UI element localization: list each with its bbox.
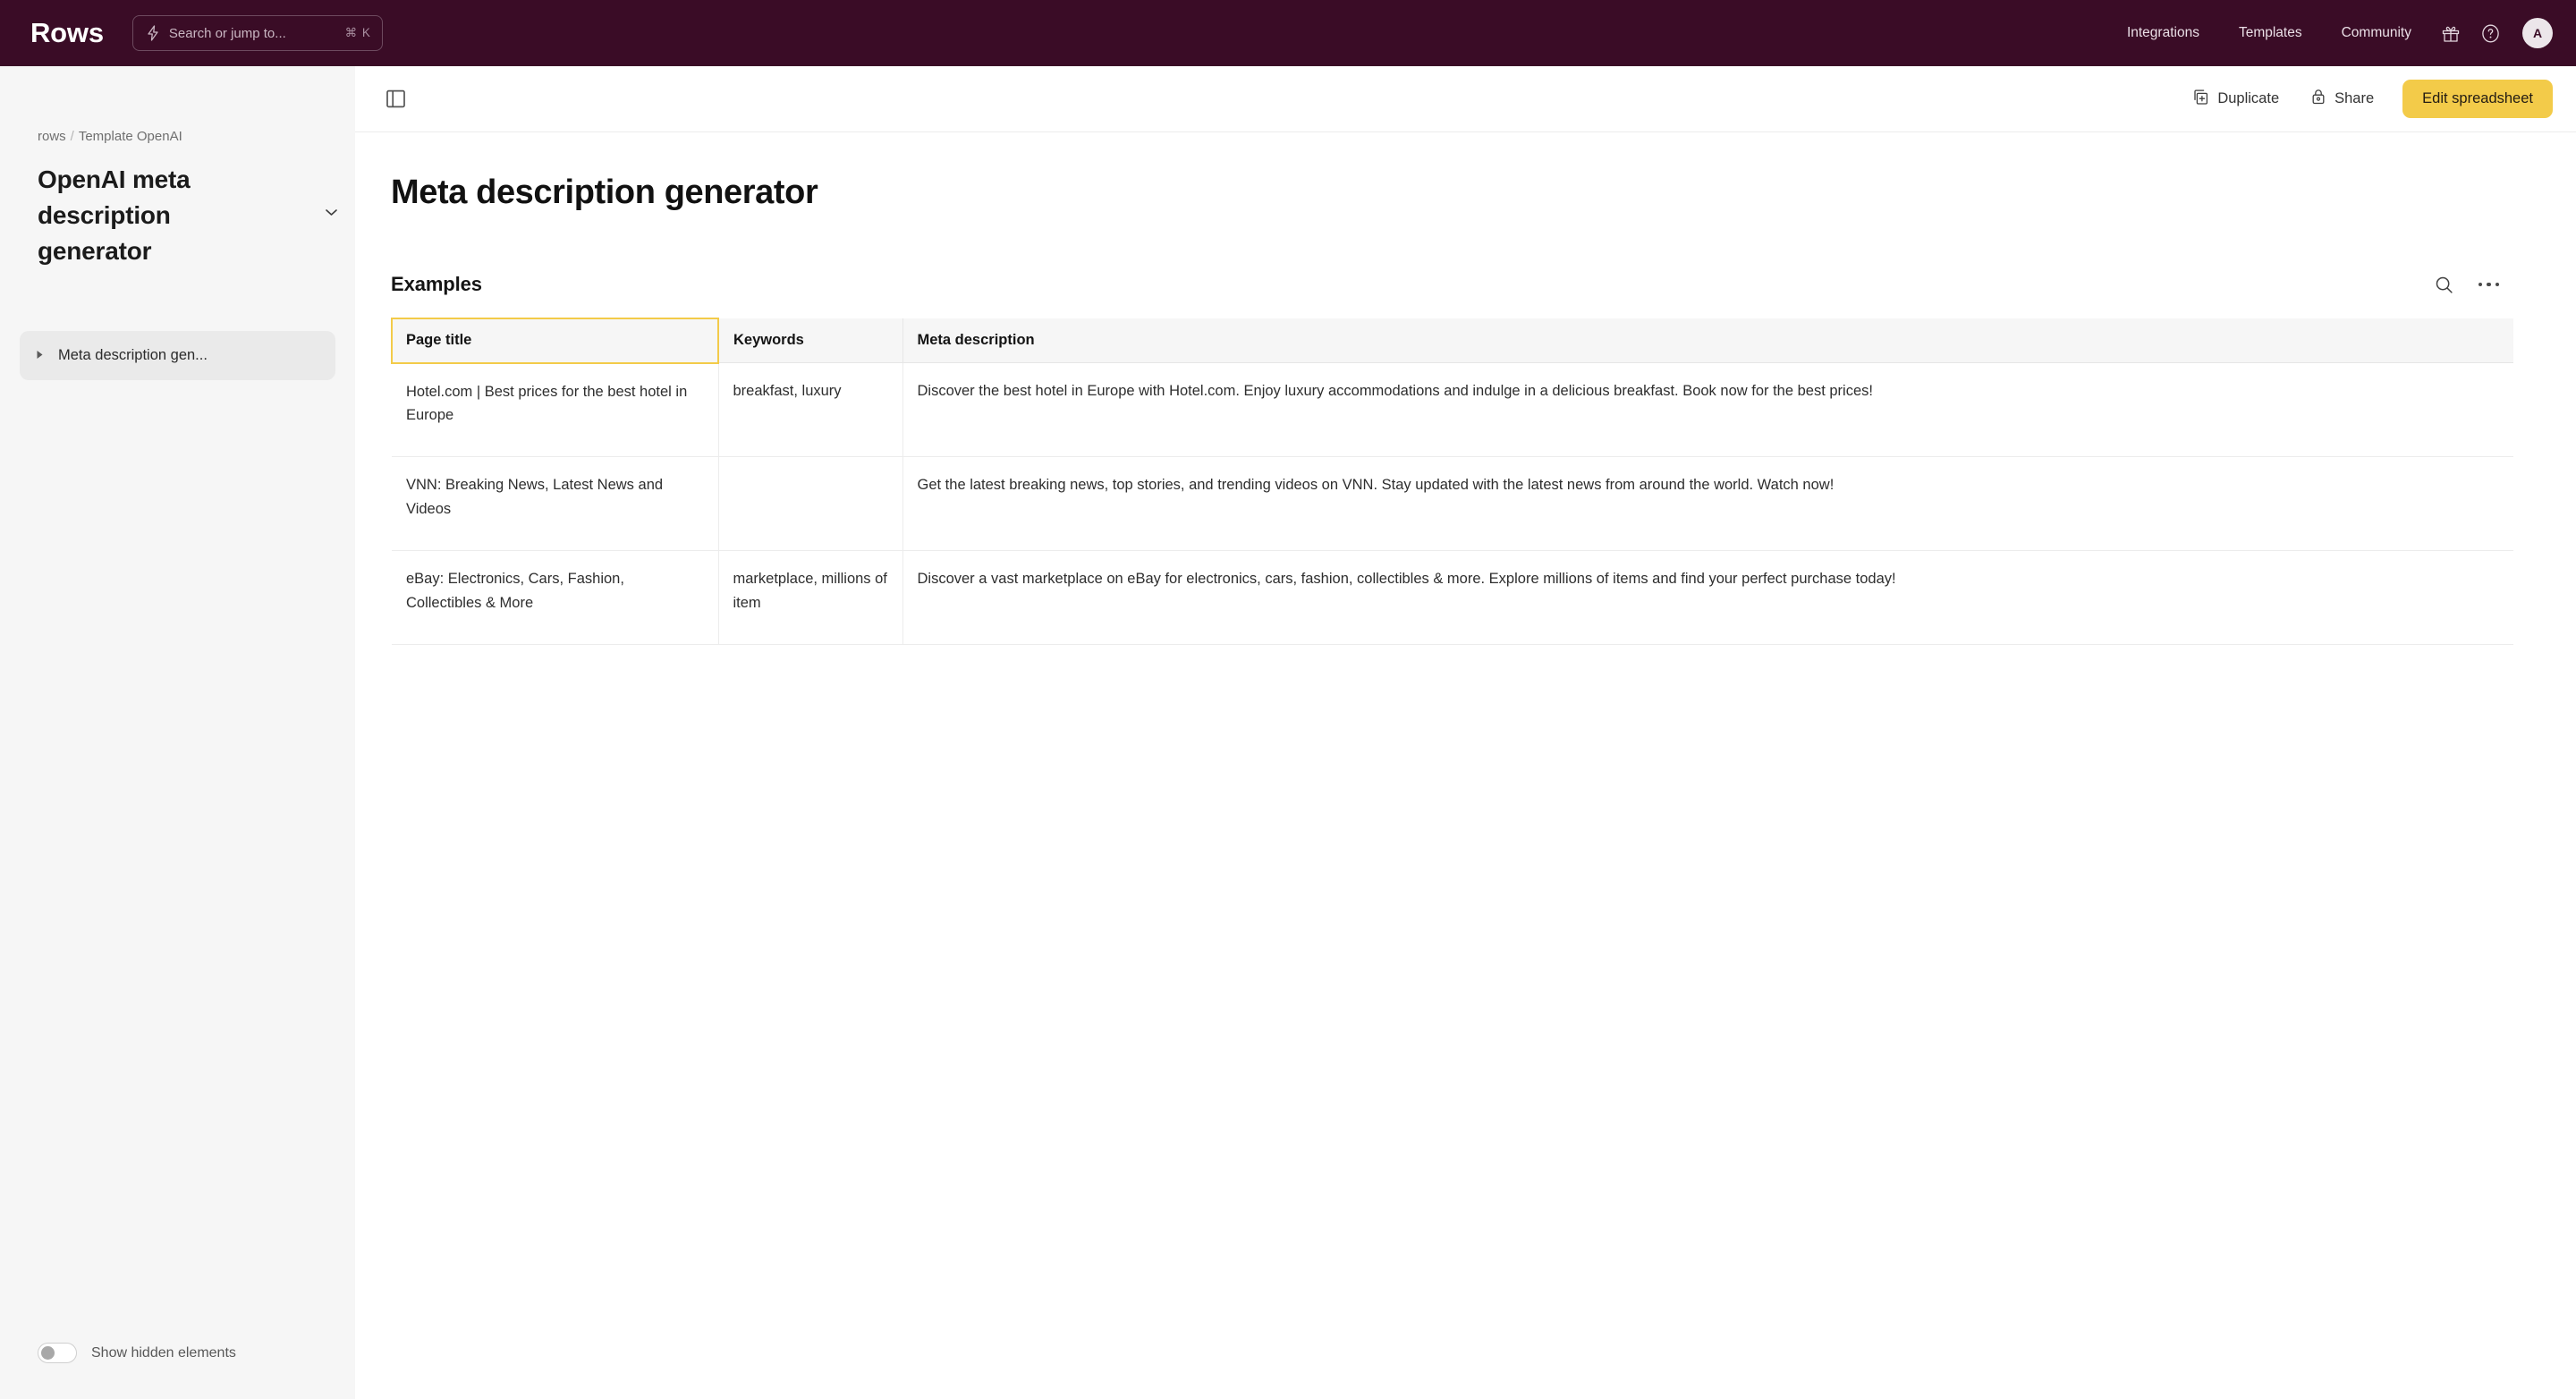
column-header-page-title[interactable]: Page title [391, 318, 719, 364]
duplicate-button[interactable]: Duplicate [2177, 81, 2295, 117]
show-hidden-elements-toggle[interactable] [38, 1343, 77, 1363]
document-title: OpenAI meta description generator [38, 165, 191, 265]
gift-icon[interactable] [2431, 13, 2470, 53]
section-title: Examples [391, 273, 482, 295]
table-header: Page title Keywords Meta description [391, 318, 2513, 364]
avatar[interactable]: A [2522, 18, 2553, 48]
dot [2478, 282, 2482, 287]
chevron-down-icon[interactable] [326, 205, 337, 221]
page-title: Meta description generator [391, 174, 818, 211]
cell-keywords[interactable] [718, 456, 903, 551]
breadcrumb-root[interactable]: rows [38, 129, 66, 144]
dot [2487, 282, 2491, 287]
main-content: Duplicate Share Edit spreadsheet Meta de… [355, 66, 2576, 1399]
nav-link-community[interactable]: Community [2322, 25, 2431, 41]
nav-link-templates[interactable]: Templates [2219, 25, 2322, 41]
sidebar-footer: Show hidden elements [0, 1343, 355, 1399]
table-body: Hotel.com | Best prices for the best hot… [392, 362, 2513, 645]
show-hidden-elements-label: Show hidden elements [91, 1344, 236, 1361]
table-row[interactable]: Hotel.com | Best prices for the best hot… [392, 362, 2513, 457]
table-header-row: Page title Keywords Meta description [391, 318, 2513, 364]
breadcrumb-separator: / [70, 129, 74, 144]
cell-meta-description[interactable]: Discover the best hotel in Europe with H… [902, 362, 2513, 457]
lock-icon [2311, 89, 2326, 109]
toggle-knob [41, 1346, 55, 1360]
cell-meta-description[interactable]: Discover a vast marketplace on eBay for … [902, 550, 2513, 645]
cell-page-title[interactable]: eBay: Electronics, Cars, Fashion, Collec… [392, 550, 719, 645]
duplicate-label: Duplicate [2217, 90, 2280, 106]
rows-logo[interactable]: Rows [30, 17, 104, 49]
help-circle-icon[interactable] [2470, 13, 2510, 53]
more-horizontal-icon[interactable] [2477, 276, 2502, 294]
cell-keywords[interactable]: marketplace, millions of item [718, 550, 903, 645]
page-body: rows / Template OpenAI OpenAI meta descrip… [0, 66, 2576, 1399]
cell-page-title[interactable]: VNN: Breaking News, Latest News and Vide… [392, 456, 719, 551]
share-button[interactable]: Share [2295, 81, 2390, 117]
sidebar: rows / Template OpenAI OpenAI meta descrip… [0, 66, 355, 1399]
table-row[interactable]: VNN: Breaking News, Latest News and Vide… [392, 456, 2513, 551]
triangle-right-icon[interactable] [36, 348, 44, 364]
nav-link-integrations[interactable]: Integrations [2107, 25, 2219, 41]
cell-meta-description[interactable]: Get the latest breaking news, top storie… [902, 456, 2513, 551]
breadcrumb-current[interactable]: Template OpenAI [79, 129, 182, 144]
examples-table: Page title Keywords Meta description Hot… [391, 318, 2513, 645]
search-placeholder: Search or jump to... [168, 25, 286, 41]
dot [2495, 282, 2499, 287]
main-scroll-area: Meta description generator Examples Page… [355, 132, 2576, 1399]
search-shortcut-hint: ⌘ K [344, 26, 371, 39]
column-header-meta-description[interactable]: Meta description [902, 318, 2513, 363]
sidebar-item-label: Meta description gen... [58, 347, 208, 364]
examples-section-header: Examples [391, 273, 2513, 296]
section-actions [2435, 276, 2502, 294]
document-title-row: OpenAI meta description generator [0, 144, 355, 268]
sidebar-panel-icon[interactable] [375, 79, 416, 120]
search-icon[interactable] [2435, 276, 2453, 294]
toolbar-actions: Duplicate Share Edit spreadsheet [2177, 80, 2553, 118]
search-input[interactable]: Search or jump to... ⌘ K [131, 15, 383, 51]
top-navigation-bar: Rows Search or jump to... ⌘ K Integratio… [0, 0, 2576, 66]
breadcrumb: rows / Template OpenAI [0, 66, 355, 144]
table-row[interactable]: eBay: Electronics, Cars, Fashion, Collec… [392, 550, 2513, 645]
main-toolbar: Duplicate Share Edit spreadsheet [355, 66, 2576, 132]
sidebar-item-meta-description-generator[interactable]: Meta description gen... [20, 331, 335, 381]
sidebar-nav-tree: Meta description gen... [0, 331, 355, 381]
edit-spreadsheet-button[interactable]: Edit spreadsheet [2402, 80, 2553, 118]
cell-page-title[interactable]: Hotel.com | Best prices for the best hot… [392, 362, 719, 457]
cell-keywords[interactable]: breakfast, luxury [718, 362, 903, 457]
share-label: Share [2334, 90, 2375, 106]
copy-icon [2193, 89, 2208, 109]
lightning-bolt-icon [146, 25, 160, 41]
top-nav-right-group: Integrations Templates Community A [2107, 13, 2553, 53]
column-header-keywords[interactable]: Keywords [718, 318, 903, 363]
